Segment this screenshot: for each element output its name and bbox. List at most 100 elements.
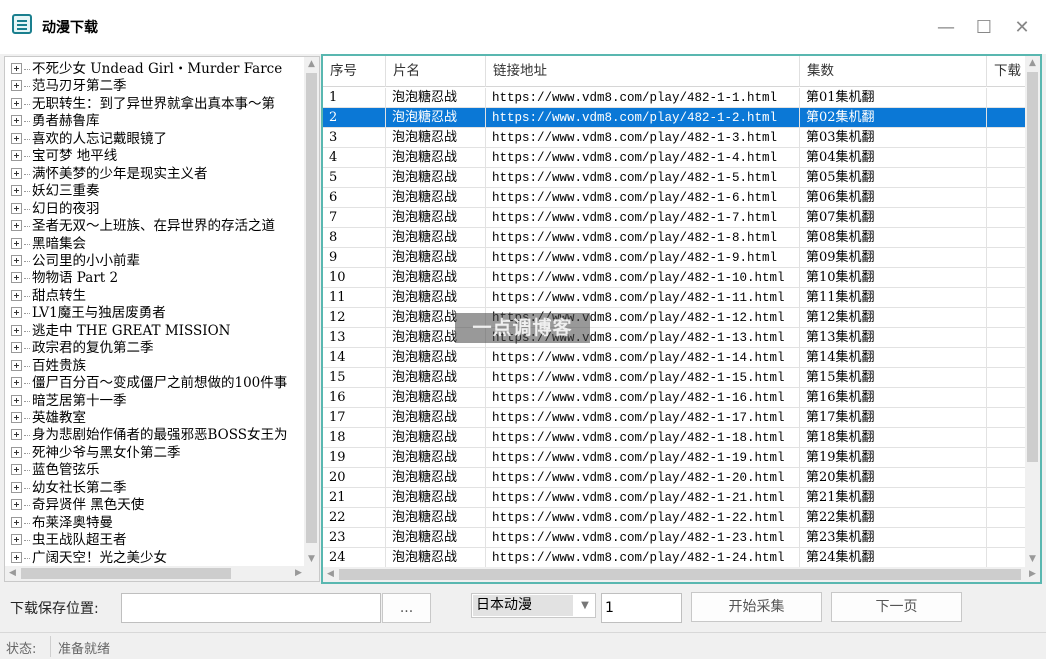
expand-icon[interactable]: [11, 499, 22, 511]
tree-item[interactable]: 黑暗集会: [11, 236, 86, 253]
grid-vertical-scrollbar[interactable]: ▲ ▼: [1025, 56, 1040, 567]
scroll-right-icon[interactable]: ▶: [1025, 567, 1040, 582]
table-row[interactable]: 3 泡泡糖忍战 https://www.vdm8.com/play/482-1-3.…: [323, 128, 1028, 148]
tree-item[interactable]: 英雄教室: [11, 410, 86, 427]
tree-item[interactable]: 奇异贤伴 黑色天使: [11, 497, 144, 514]
expand-icon[interactable]: [11, 254, 22, 266]
start-scrape-button[interactable]: 开始采集: [691, 592, 822, 622]
tree-horizontal-scrollbar[interactable]: ◀ ▶: [5, 566, 319, 581]
expand-icon[interactable]: [11, 220, 22, 232]
chevron-down-icon[interactable]: ▼: [577, 596, 593, 615]
tree-item[interactable]: LV1魔王与独居废勇者: [11, 305, 166, 322]
expand-icon[interactable]: [11, 481, 22, 493]
expand-icon[interactable]: [11, 185, 22, 197]
tree-item[interactable]: 广阔天空！光之美少女: [11, 550, 167, 567]
table-row[interactable]: 24 泡泡糖忍战 https://www.vdm8.com/play/482-1-2…: [323, 548, 1028, 568]
expand-icon[interactable]: [11, 429, 22, 441]
column-header-title[interactable]: 片名: [386, 56, 486, 87]
table-row[interactable]: 19 泡泡糖忍战 https://www.vdm8.com/play/482-1-1…: [323, 448, 1028, 468]
table-row[interactable]: 17 泡泡糖忍战 https://www.vdm8.com/play/482-1-1…: [323, 408, 1028, 428]
expand-icon[interactable]: [11, 446, 22, 458]
expand-icon[interactable]: [11, 377, 22, 389]
save-path-input[interactable]: [121, 593, 381, 623]
expand-icon[interactable]: [11, 359, 22, 371]
close-button[interactable]: ✕: [1010, 16, 1034, 40]
tree-item[interactable]: 死神少爷与黑女仆第二季: [11, 445, 181, 462]
table-row[interactable]: 7 泡泡糖忍战 https://www.vdm8.com/play/482-1-7.…: [323, 208, 1028, 228]
browse-button[interactable]: ...: [382, 593, 431, 623]
tree-item[interactable]: 幼女社长第二季: [11, 480, 127, 497]
page-input[interactable]: [601, 593, 682, 623]
tree-item[interactable]: 僵尸百分百～变成僵尸之前想做的100件事: [11, 375, 287, 392]
expand-icon[interactable]: [11, 307, 22, 319]
expand-icon[interactable]: [11, 97, 22, 109]
expand-icon[interactable]: [11, 464, 22, 476]
scroll-left-icon[interactable]: ◀: [5, 566, 20, 581]
table-row[interactable]: 14 泡泡糖忍战 https://www.vdm8.com/play/482-1-1…: [323, 348, 1028, 368]
minimize-button[interactable]: —: [934, 16, 958, 40]
tree-item[interactable]: 不死少女 Undead Girl・Murder Farce: [11, 61, 282, 78]
table-row[interactable]: 20 泡泡糖忍战 https://www.vdm8.com/play/482-1-2…: [323, 468, 1028, 488]
tree-item[interactable]: 身为悲剧始作俑者的最强邪恶BOSS女王为: [11, 427, 288, 444]
tree-item[interactable]: 喜欢的人忘记戴眼镜了: [11, 131, 167, 148]
expand-icon[interactable]: [11, 551, 22, 563]
expand-icon[interactable]: [11, 272, 22, 284]
table-row[interactable]: 12 泡泡糖忍战 https://www.vdm8.com/play/482-1-1…: [323, 308, 1028, 328]
table-row[interactable]: 22 泡泡糖忍战 https://www.vdm8.com/play/482-1-2…: [323, 508, 1028, 528]
scroll-left-icon[interactable]: ◀: [323, 567, 338, 582]
tree-item[interactable]: 物物语 Part 2: [11, 270, 118, 287]
expand-icon[interactable]: [11, 237, 22, 249]
grid-hscroll-thumb[interactable]: [339, 569, 1021, 580]
table-row[interactable]: 9 泡泡糖忍战 https://www.vdm8.com/play/482-1-9.…: [323, 248, 1028, 268]
tree-item[interactable]: 勇者赫鲁库: [11, 113, 100, 130]
expand-icon[interactable]: [11, 289, 22, 301]
table-row[interactable]: 2 泡泡糖忍战 https://www.vdm8.com/play/482-1-2.…: [323, 108, 1028, 128]
scroll-up-icon[interactable]: ▲: [1025, 56, 1040, 71]
category-select[interactable]: 日本动漫 ▼: [471, 593, 596, 618]
tree-item[interactable]: 幻日的夜羽: [11, 201, 100, 218]
expand-icon[interactable]: [11, 516, 22, 528]
expand-icon[interactable]: [11, 342, 22, 354]
table-row[interactable]: 8 泡泡糖忍战 https://www.vdm8.com/play/482-1-8.…: [323, 228, 1028, 248]
expand-icon[interactable]: [11, 80, 22, 92]
column-header-download[interactable]: 下载: [987, 56, 1028, 87]
expand-icon[interactable]: [11, 115, 22, 127]
scroll-right-icon[interactable]: ▶: [291, 566, 306, 581]
tree-hscroll-thumb[interactable]: [21, 568, 231, 579]
table-row[interactable]: 5 泡泡糖忍战 https://www.vdm8.com/play/482-1-5.…: [323, 168, 1028, 188]
table-row[interactable]: 21 泡泡糖忍战 https://www.vdm8.com/play/482-1-2…: [323, 488, 1028, 508]
tree-item[interactable]: 逃走中 THE GREAT MISSION: [11, 323, 230, 340]
grid-scroll-thumb[interactable]: [1027, 72, 1038, 462]
table-row[interactable]: 15 泡泡糖忍战 https://www.vdm8.com/play/482-1-1…: [323, 368, 1028, 388]
table-row[interactable]: 4 泡泡糖忍战 https://www.vdm8.com/play/482-1-4.…: [323, 148, 1028, 168]
expand-icon[interactable]: [11, 150, 22, 162]
expand-icon[interactable]: [11, 324, 22, 336]
scroll-down-icon[interactable]: ▼: [304, 552, 319, 567]
table-row[interactable]: 16 泡泡糖忍战 https://www.vdm8.com/play/482-1-1…: [323, 388, 1028, 408]
table-row[interactable]: 18 泡泡糖忍战 https://www.vdm8.com/play/482-1-1…: [323, 428, 1028, 448]
tree-item[interactable]: 满怀美梦的少年是现实主义者: [11, 166, 208, 183]
expand-icon[interactable]: [11, 63, 22, 74]
column-header-episode[interactable]: 集数: [800, 56, 987, 87]
tree-item[interactable]: 妖幻三重奏: [11, 183, 100, 200]
grid-horizontal-scrollbar[interactable]: ◀ ▶: [323, 567, 1040, 582]
episode-grid[interactable]: 序号 片名 链接地址 集数 下载 1 泡泡糖忍战 https://www.vdm8.…: [321, 54, 1042, 584]
table-row[interactable]: 6 泡泡糖忍战 https://www.vdm8.com/play/482-1-6.…: [323, 188, 1028, 208]
tree-item[interactable]: 虫王战队超王者: [11, 532, 127, 549]
tree-vertical-scrollbar[interactable]: ▲ ▼: [304, 57, 319, 567]
tree-item[interactable]: 蓝色管弦乐: [11, 462, 100, 479]
maximize-button[interactable]: ☐: [972, 16, 996, 40]
expand-icon[interactable]: [11, 534, 22, 546]
table-row[interactable]: 13 泡泡糖忍战 https://www.vdm8.com/play/482-1-1…: [323, 328, 1028, 348]
tree-item[interactable]: 宝可梦 地平线: [11, 148, 117, 165]
tree-scroll-thumb[interactable]: [306, 73, 317, 543]
tree-item[interactable]: 布莱泽奥特曼: [11, 515, 113, 532]
tree-item[interactable]: 圣者无双～上班族、在异世界的存活之道: [11, 218, 275, 235]
tree-item[interactable]: 甜点转生: [11, 288, 86, 305]
tree-item[interactable]: 暗芝居第十一季: [11, 393, 127, 410]
tree-item[interactable]: 百姓贵族: [11, 358, 86, 375]
expand-icon[interactable]: [11, 412, 22, 423]
anime-tree[interactable]: 不死少女 Undead Girl・Murder Farce 范马刃牙第二季 无职转生…: [4, 56, 320, 582]
column-header-url[interactable]: 链接地址: [486, 56, 800, 87]
tree-item[interactable]: 公司里的小小前辈: [11, 253, 140, 270]
